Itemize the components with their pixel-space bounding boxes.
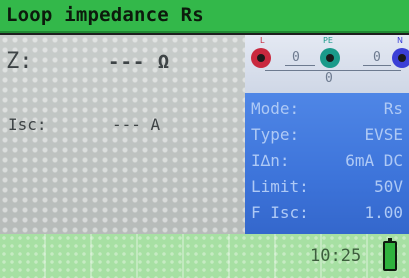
param-row-idn[interactable]: I∆n: 6mA DC [251, 151, 403, 173]
divider [363, 65, 391, 66]
terminal-n-icon [392, 48, 409, 68]
z-label: Z: [6, 49, 33, 74]
param-value: 6mA DC [345, 151, 403, 170]
param-value: 50V [374, 177, 403, 196]
divider [265, 70, 401, 71]
battery-full-icon [383, 238, 397, 271]
status-bar: 10:25 [0, 234, 409, 278]
results-panel: Z: --- Ω Isc: --- A [0, 35, 245, 234]
terminal-n-label: N [397, 36, 403, 45]
param-label: F Isc: [251, 203, 309, 222]
param-value: Rs [383, 99, 403, 118]
instrument-screen: Loop impedance Rs Z: --- Ω Isc: --- A L … [0, 0, 409, 278]
param-row-mode[interactable]: Mode: Rs [251, 99, 403, 121]
voltage-l-pe-value: 0 [292, 50, 300, 65]
terminal-voltage-panel: L PE N 0 0 0 [245, 35, 409, 93]
isc-value: --- A [112, 115, 161, 134]
voltage-l-n-value: 0 [325, 71, 333, 86]
terminal-pe-icon [320, 48, 340, 68]
divider [285, 65, 315, 66]
parameters-panel: Mode: Rs Type: EVSE I∆n: 6mA DC Limit: 5… [245, 93, 409, 234]
title-bar: Loop impedance Rs [0, 0, 409, 33]
clock: 10:25 [310, 246, 362, 266]
voltage-pe-n-value: 0 [373, 50, 381, 65]
param-row-limit[interactable]: Limit: 50V [251, 177, 403, 199]
param-row-f-isc[interactable]: F Isc: 1.00 [251, 203, 403, 225]
z-value: --- Ω [108, 51, 171, 73]
terminal-l-label: L [260, 36, 265, 45]
param-row-type[interactable]: Type: EVSE [251, 125, 403, 147]
param-label: Limit: [251, 177, 309, 196]
terminal-l-icon [251, 48, 271, 68]
terminal-pe-label: PE [323, 36, 333, 45]
param-label: Type: [251, 125, 300, 144]
param-label: I∆n: [251, 151, 290, 170]
page-title: Loop impedance Rs [6, 4, 204, 26]
param-value: 1.00 [364, 203, 403, 222]
param-label: Mode: [251, 99, 300, 118]
param-value: EVSE [364, 125, 403, 144]
isc-label: Isc: [8, 115, 47, 134]
